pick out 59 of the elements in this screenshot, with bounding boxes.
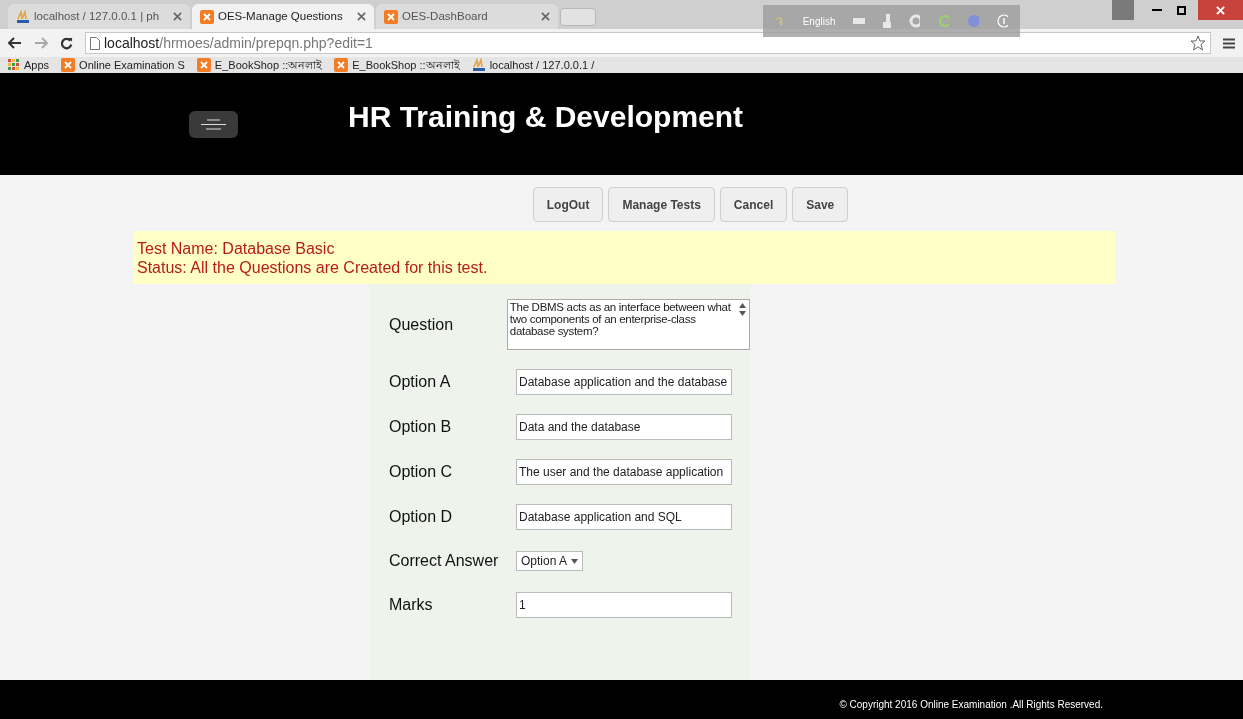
scroll-down-icon[interactable] bbox=[738, 311, 746, 316]
browser-tab[interactable]: localhost / 127.0.0.1 | ph bbox=[8, 4, 190, 29]
input-field[interactable]: Database application and SQL bbox=[516, 504, 732, 530]
dropdown-caret-icon bbox=[571, 558, 579, 564]
copyright-text: © Copyright 2016 Online Examination .All Rights Reserved. bbox=[839, 698, 1103, 712]
info-icon[interactable] bbox=[996, 14, 1009, 28]
field-label: Question bbox=[389, 314, 455, 335]
close-icon[interactable] bbox=[173, 12, 182, 21]
site-title: HR Training & Development bbox=[348, 98, 744, 135]
address-bar[interactable]: localhost/hrmoes/admin/prepqn.php?edit=1 bbox=[85, 32, 1211, 54]
field-label: Marks bbox=[389, 595, 434, 615]
xampp-icon bbox=[334, 58, 349, 72]
close-window-button[interactable] bbox=[1198, 0, 1243, 20]
xampp-icon bbox=[196, 58, 211, 72]
field-label: Option C bbox=[389, 462, 454, 482]
page-icon bbox=[90, 36, 100, 50]
tab-title: localhost / 127.0.0.1 | ph bbox=[34, 8, 161, 24]
tab-title: OES-Manage Questions bbox=[218, 8, 344, 24]
url-path: /hrmoes/admin/prepqn.php?edit=1 bbox=[159, 33, 373, 53]
field-label: Correct Answer bbox=[389, 551, 500, 571]
field-label: Option A bbox=[389, 372, 452, 392]
nav-button[interactable]: Save bbox=[792, 187, 849, 222]
input-field[interactable]: Data and the database bbox=[516, 414, 732, 440]
browser-tab[interactable]: OES-DashBoard bbox=[376, 4, 558, 29]
logo-icon bbox=[189, 110, 238, 138]
url-host: localhost bbox=[104, 33, 160, 53]
apps-grid-icon bbox=[8, 59, 20, 71]
xampp-icon bbox=[384, 9, 398, 24]
nav-button[interactable]: Cancel bbox=[719, 187, 788, 222]
nav-button[interactable]: Manage Tests bbox=[608, 187, 715, 222]
browser-tab[interactable]: OES-Manage Questions bbox=[192, 4, 374, 29]
xampp-icon bbox=[200, 9, 214, 24]
notice-text: Test Name: Database Basic bbox=[137, 238, 336, 258]
field-label: Option D bbox=[389, 507, 454, 527]
pma-icon bbox=[16, 9, 30, 24]
close-icon[interactable] bbox=[541, 12, 550, 21]
reload-button[interactable] bbox=[60, 36, 73, 50]
star-icon[interactable] bbox=[1190, 35, 1206, 51]
tab-title: OES-DashBoard bbox=[402, 8, 489, 24]
bookmark[interactable]: E_BookShop ::অনলাই bbox=[196, 56, 323, 74]
notice-text: Status: All the Questions are Created for this test. bbox=[137, 257, 489, 277]
scroll-up-icon[interactable] bbox=[738, 303, 746, 308]
bookmark[interactable]: Online Examination S bbox=[61, 56, 185, 74]
bookmark[interactable]: Apps bbox=[8, 56, 50, 74]
back-button[interactable] bbox=[8, 37, 22, 49]
question-field[interactable]: The DBMS acts as an interface between what two components of an enterprise-class database system? bbox=[506, 299, 750, 350]
input-field[interactable]: The user and the database application bbox=[516, 459, 732, 485]
field-label: Option B bbox=[389, 417, 453, 437]
close-icon[interactable] bbox=[357, 12, 366, 21]
nav-button[interactable]: LogOut bbox=[532, 187, 604, 222]
bookmark[interactable]: localhost / 127.0.0.1 / bbox=[471, 56, 595, 74]
xampp-icon bbox=[61, 58, 76, 72]
input-field[interactable]: Database application and the database bbox=[516, 369, 732, 395]
close-icon bbox=[1216, 5, 1225, 15]
pma-icon bbox=[471, 58, 486, 72]
bookmark[interactable]: E_BookShop ::অনলাই bbox=[334, 56, 460, 74]
menu-icon[interactable] bbox=[1223, 37, 1235, 49]
input-field[interactable]: 1 bbox=[516, 592, 732, 618]
answer-select[interactable]: Option A bbox=[516, 551, 584, 571]
